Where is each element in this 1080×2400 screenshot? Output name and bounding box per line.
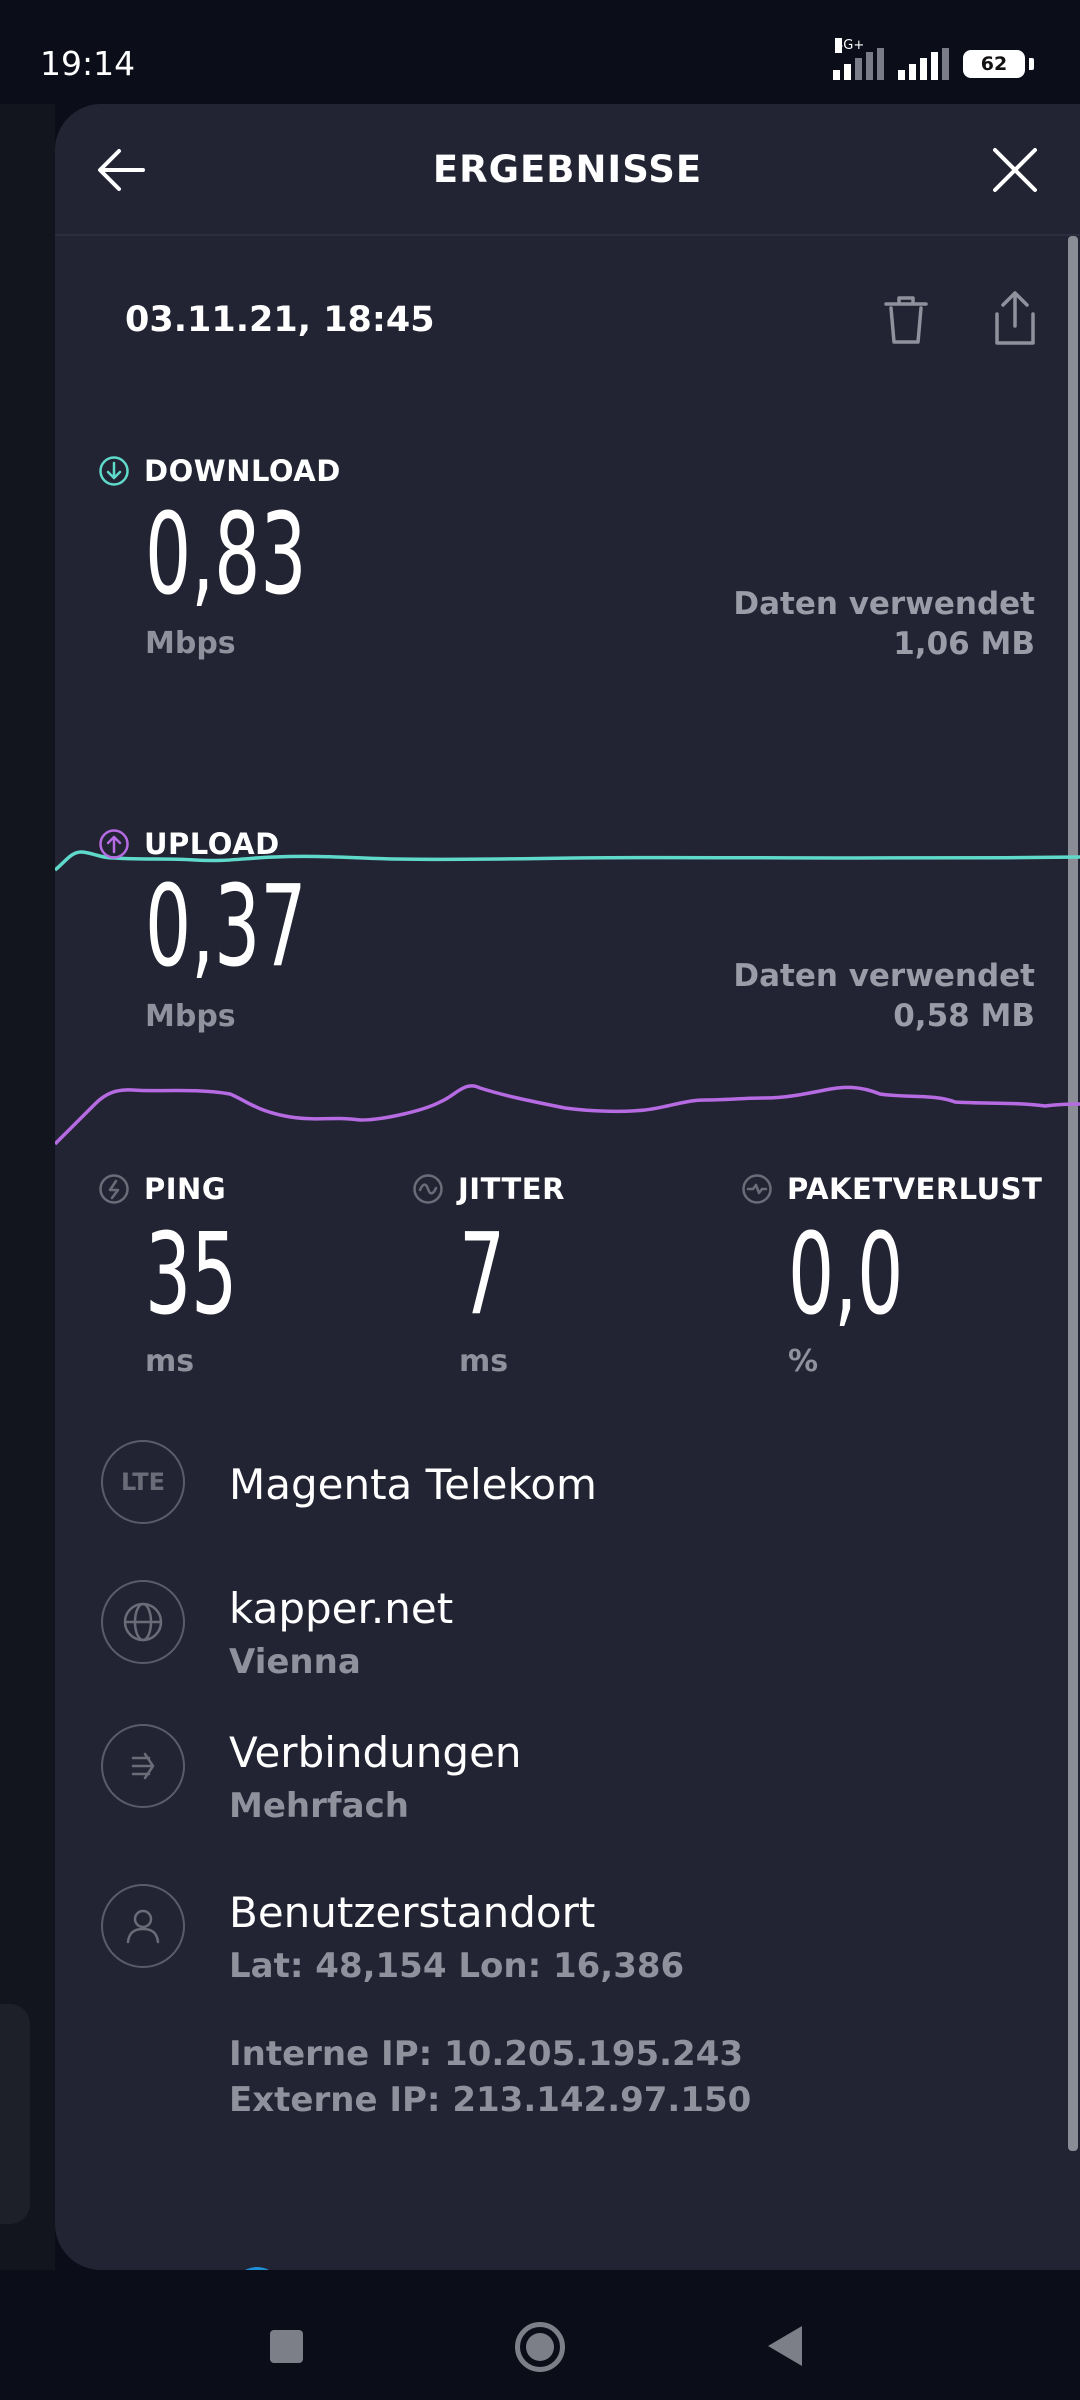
packet-loss-icon bbox=[742, 1174, 772, 1204]
delete-button[interactable] bbox=[878, 292, 934, 348]
upload-data-used: Daten verwendet 0,58 MB bbox=[733, 956, 1035, 1036]
results-sheet: ERGEBNISSE 03.11.21, 18:45 DOWNLOAD 0,83… bbox=[55, 104, 1080, 2270]
battery-icon: 62 bbox=[963, 50, 1025, 78]
upload-data-used-label: Daten verwendet bbox=[733, 958, 1035, 994]
download-label-text: DOWNLOAD bbox=[144, 454, 341, 488]
battery-nub bbox=[1029, 58, 1034, 70]
jitter-unit: ms bbox=[459, 1344, 509, 1379]
jitter-label: JITTER bbox=[412, 1172, 565, 1206]
results-header: ERGEBNISSE bbox=[55, 104, 1080, 236]
trash-icon bbox=[884, 296, 928, 344]
home-button[interactable] bbox=[515, 2322, 565, 2372]
packet-loss-value: 0,0 bbox=[788, 1210, 904, 1340]
upload-graph bbox=[55, 1084, 1080, 1146]
ping-icon bbox=[99, 1174, 129, 1204]
server-row: kapper.net Vienna bbox=[101, 1580, 1031, 1682]
close-icon bbox=[993, 148, 1037, 192]
close-button[interactable] bbox=[987, 142, 1043, 198]
upload-data-used-value: 0,58 MB bbox=[893, 998, 1035, 1034]
packet-loss-label: PAKETVERLUST bbox=[741, 1172, 1042, 1206]
lte-icon-text: LTE bbox=[120, 1468, 166, 1496]
location-row: Benutzerstandort Lat: 48,154 Lon: 16,386 bbox=[101, 1884, 1031, 1986]
server-name: kapper.net bbox=[229, 1584, 454, 1633]
status-time: 19:14 bbox=[40, 44, 136, 83]
result-date: 03.11.21, 18:45 bbox=[125, 300, 435, 340]
upload-value: 0,37 bbox=[145, 862, 307, 992]
globe-icon bbox=[101, 1580, 185, 1664]
upload-label: UPLOAD bbox=[98, 827, 280, 861]
scrollbar[interactable] bbox=[1068, 236, 1078, 2151]
jitter-value: 7 bbox=[459, 1210, 506, 1340]
download-arrow-icon bbox=[99, 456, 129, 486]
user-icon bbox=[101, 1884, 185, 1968]
background-shape bbox=[0, 2004, 30, 2224]
navigation-bar bbox=[0, 2270, 1080, 2400]
ping-label: PING bbox=[98, 1172, 226, 1206]
battery-level: 62 bbox=[980, 53, 1008, 75]
download-data-used: Daten verwendet 1,06 MB bbox=[733, 584, 1035, 664]
internal-ip: Interne IP: 10.205.195.243 bbox=[229, 2034, 744, 2074]
status-bar: 19:14 4G+ 62 bbox=[0, 0, 1080, 104]
download-label: DOWNLOAD bbox=[98, 454, 341, 488]
ping-unit: ms bbox=[145, 1344, 195, 1379]
page-title: ERGEBNISSE bbox=[432, 148, 703, 191]
packet-loss-label-text: PAKETVERLUST bbox=[787, 1172, 1043, 1206]
upload-arrow-icon bbox=[99, 829, 129, 859]
upload-unit: Mbps bbox=[145, 999, 236, 1034]
connections-row: Verbindungen Mehrfach bbox=[101, 1724, 1031, 1826]
back-nav-button[interactable] bbox=[768, 2326, 802, 2366]
external-ip: Externe IP: 213.142.97.150 bbox=[229, 2080, 752, 2120]
server-location: Vienna bbox=[229, 1642, 361, 1682]
lte-icon: LTE bbox=[101, 1440, 185, 1524]
provider-row: LTE Magenta Telekom bbox=[101, 1440, 1031, 1530]
signal-icon bbox=[898, 48, 949, 80]
packet-loss-unit: % bbox=[788, 1344, 819, 1379]
provider-name: Magenta Telekom bbox=[229, 1460, 597, 1509]
download-unit: Mbps bbox=[145, 626, 236, 661]
download-value: 0,83 bbox=[145, 490, 307, 620]
signal-4g-icon: 4G+ bbox=[833, 38, 884, 80]
download-data-used-value: 1,06 MB bbox=[893, 626, 1035, 662]
connections-mode: Mehrfach bbox=[229, 1786, 409, 1826]
download-data-used-label: Daten verwendet bbox=[733, 586, 1035, 622]
connections-icon bbox=[101, 1724, 185, 1808]
recent-apps-button[interactable] bbox=[270, 2330, 303, 2363]
jitter-icon bbox=[413, 1174, 443, 1204]
network-type: 4G+ bbox=[835, 38, 865, 53]
ping-label-text: PING bbox=[144, 1172, 227, 1206]
location-coordinates: Lat: 48,154 Lon: 16,386 bbox=[229, 1946, 685, 1986]
home-icon bbox=[526, 2333, 554, 2361]
connections-title: Verbindungen bbox=[229, 1728, 522, 1777]
location-title: Benutzerstandort bbox=[229, 1888, 596, 1937]
share-icon bbox=[995, 291, 1035, 345]
background-app bbox=[0, 104, 55, 2270]
jitter-label-text: JITTER bbox=[458, 1172, 565, 1206]
ping-value: 35 bbox=[145, 1210, 238, 1340]
share-button[interactable] bbox=[987, 288, 1043, 348]
upload-label-text: UPLOAD bbox=[144, 827, 280, 861]
status-icons: 4G+ 62 bbox=[833, 38, 1034, 84]
